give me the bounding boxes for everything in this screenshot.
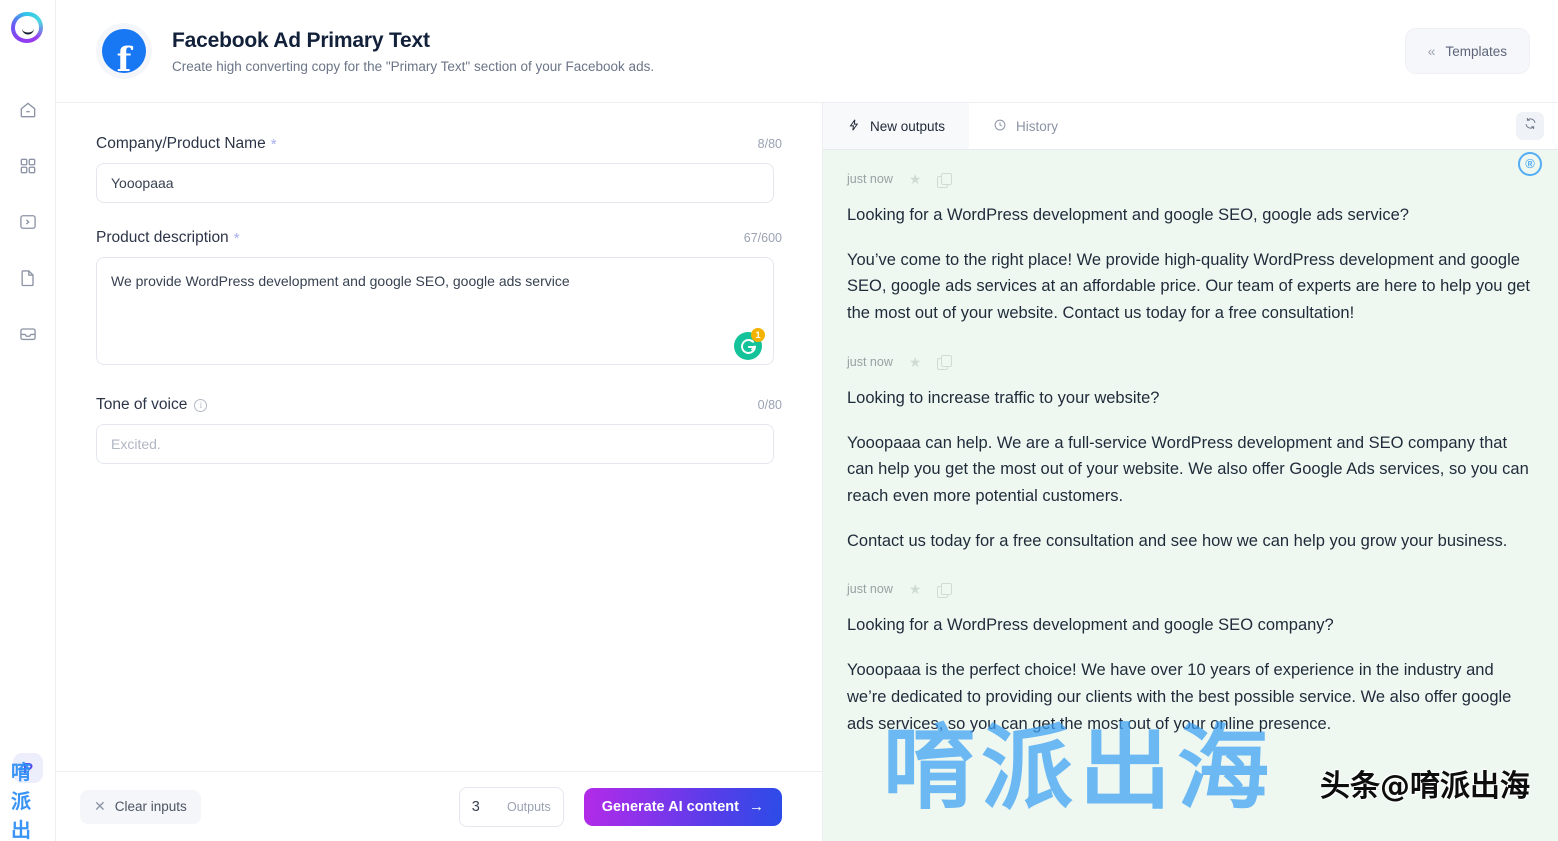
char-counter: 0/80	[757, 398, 782, 412]
product-description-textarea[interactable]	[96, 257, 774, 365]
required-asterisk: *	[233, 229, 240, 247]
outputs-count-label: Outputs	[506, 799, 551, 814]
close-icon: ✕	[94, 798, 106, 814]
field-company-product-name: Company/Product Name * 8/80	[96, 135, 782, 203]
home-icon	[18, 100, 38, 125]
output-timestamp: just now	[847, 354, 893, 369]
output-card-body: Looking for a WordPress development and …	[847, 612, 1534, 737]
tab-new-outputs[interactable]: New outputs	[823, 103, 970, 149]
field-product-description: Product description * 67/600 We provide …	[96, 229, 782, 370]
output-card-body: Looking to increase traffic to your webs…	[847, 385, 1534, 555]
field-label: Tone of voice	[96, 396, 188, 413]
sidebar-item-playground[interactable]	[0, 196, 56, 252]
watermark-rail-mark: 唷派出海	[11, 760, 31, 841]
info-icon[interactable]: i	[194, 398, 208, 412]
copy-icon[interactable]	[937, 582, 953, 598]
facebook-f-glyph: f	[116, 40, 132, 73]
left-nav-rail: P 唷派出海	[0, 0, 56, 841]
tabbar-spacer	[1082, 103, 1516, 149]
star-icon[interactable]: ★	[909, 582, 922, 596]
page-header: f Facebook Ad Primary Text Create high c…	[56, 0, 1558, 103]
outputs-count-value: 3	[471, 798, 480, 815]
sidebar-item-templates-grid[interactable]	[0, 140, 56, 196]
field-tone-of-voice: Tone of voice i 0/80	[96, 396, 782, 464]
output-timestamp: just now	[847, 582, 893, 597]
chevron-double-left-icon: «	[1427, 43, 1436, 59]
star-icon[interactable]: ★	[909, 172, 922, 186]
outputs-tabbar: New outputs History	[823, 103, 1558, 150]
copy-icon[interactable]	[937, 172, 953, 188]
sidebar-item-inbox[interactable]	[0, 308, 56, 364]
refresh-icon	[1523, 116, 1538, 136]
field-header: Company/Product Name * 8/80	[96, 135, 782, 153]
outputs-count-stepper[interactable]: 3 Outputs	[458, 786, 564, 827]
clear-inputs-button[interactable]: ✕ Clear inputs	[80, 789, 201, 824]
page-subtitle: Create high converting copy for the "Pri…	[172, 58, 655, 74]
field-label: Product description	[96, 229, 229, 246]
app-root: P 唷派出海 f Facebook Ad Primary Text Create…	[0, 0, 1558, 841]
tab-history-label: History	[1016, 118, 1059, 134]
grid-icon	[18, 156, 38, 181]
output-card-meta: just now ★	[847, 172, 1534, 188]
grammarly-alert-badge: 1	[751, 328, 765, 342]
refresh-outputs-button[interactable]	[1516, 112, 1544, 140]
output-card-meta: just now ★	[847, 354, 1534, 371]
tab-history[interactable]: History	[969, 103, 1083, 149]
generate-button-label: Generate AI content	[601, 798, 739, 815]
output-paragraph: Looking for a WordPress development and …	[847, 206, 1409, 224]
output-paragraph: Looking for a WordPress development and …	[847, 616, 1334, 635]
grammarly-icon[interactable]: 1	[734, 328, 765, 360]
output-paragraph: Looking to increase traffic to your webs…	[847, 388, 1160, 407]
templates-button-label: Templates	[1445, 43, 1507, 59]
field-header: Tone of voice i 0/80	[96, 396, 782, 414]
output-timestamp: just now	[847, 172, 893, 186]
tone-of-voice-input[interactable]	[96, 424, 774, 464]
lightning-icon	[847, 118, 861, 135]
arrow-right-icon: →	[749, 798, 764, 815]
page-title: Facebook Ad Primary Text	[172, 28, 430, 52]
page-title-block: Facebook Ad Primary Text Create high con…	[172, 29, 654, 74]
copy-icon[interactable]	[937, 355, 953, 371]
terminal-icon	[18, 212, 38, 237]
company-name-input[interactable]	[96, 163, 774, 203]
brand-logo[interactable]	[10, 12, 45, 46]
output-card-meta: just now ★	[847, 582, 1534, 598]
facebook-icon: f	[102, 29, 146, 73]
output-card-body: Looking for a WordPress development and …	[847, 202, 1534, 327]
output-card: just now ★ Looking for a WordPress devel…	[823, 150, 1558, 333]
output-paragraph: You’ve come to the right place! We provi…	[847, 250, 1531, 323]
output-paragraph: Contact us today for a free consultation…	[847, 531, 1508, 550]
main-area: f Facebook Ad Primary Text Create high c…	[56, 0, 1558, 841]
clock-icon	[993, 118, 1007, 135]
rail-bottom-group: P 唷派出海	[0, 753, 56, 841]
input-form-panel: Company/Product Name * 8/80 Product desc…	[56, 103, 823, 841]
char-counter: 8/80	[757, 137, 782, 151]
star-icon[interactable]: ★	[909, 355, 922, 369]
document-icon	[18, 268, 38, 293]
textarea-wrap: 1	[96, 257, 774, 370]
field-header: Product description * 67/600	[96, 229, 782, 247]
output-card: just now ★ Looking for a WordPress devel…	[823, 560, 1558, 743]
form-footer-bar: ✕ Clear inputs 3 Outputs Generate AI con…	[56, 771, 822, 841]
output-paragraph: Yooopaaa can help. We are a full-service…	[847, 433, 1529, 506]
inbox-icon	[18, 324, 38, 349]
output-paragraph: Yooopaaa is the perfect choice! We have …	[847, 661, 1512, 733]
clear-inputs-label: Clear inputs	[114, 799, 187, 814]
char-counter: 67/600	[743, 231, 782, 245]
rail-nav-items	[0, 84, 56, 364]
body-row: Company/Product Name * 8/80 Product desc…	[56, 103, 1558, 841]
outputs-panel: New outputs History just now ★ Looking f…	[823, 103, 1558, 841]
form-fields: Company/Product Name * 8/80 Product desc…	[56, 103, 822, 771]
sidebar-item-documents[interactable]	[0, 252, 56, 308]
tab-new-outputs-label: New outputs	[870, 118, 946, 134]
field-label: Company/Product Name	[96, 135, 266, 152]
templates-button[interactable]: « Templates	[1404, 28, 1530, 74]
outputs-scroll-area[interactable]: just now ★ Looking for a WordPress devel…	[823, 150, 1558, 841]
template-icon-wrap: f	[96, 23, 152, 79]
output-card: just now ★ Looking to increase traffic t…	[823, 333, 1558, 561]
required-asterisk: *	[270, 135, 277, 153]
sidebar-item-home[interactable]	[0, 84, 56, 140]
watermark-handle-text: 头条@唷派出海	[1320, 769, 1530, 804]
generate-ai-content-button[interactable]: Generate AI content →	[583, 787, 782, 826]
